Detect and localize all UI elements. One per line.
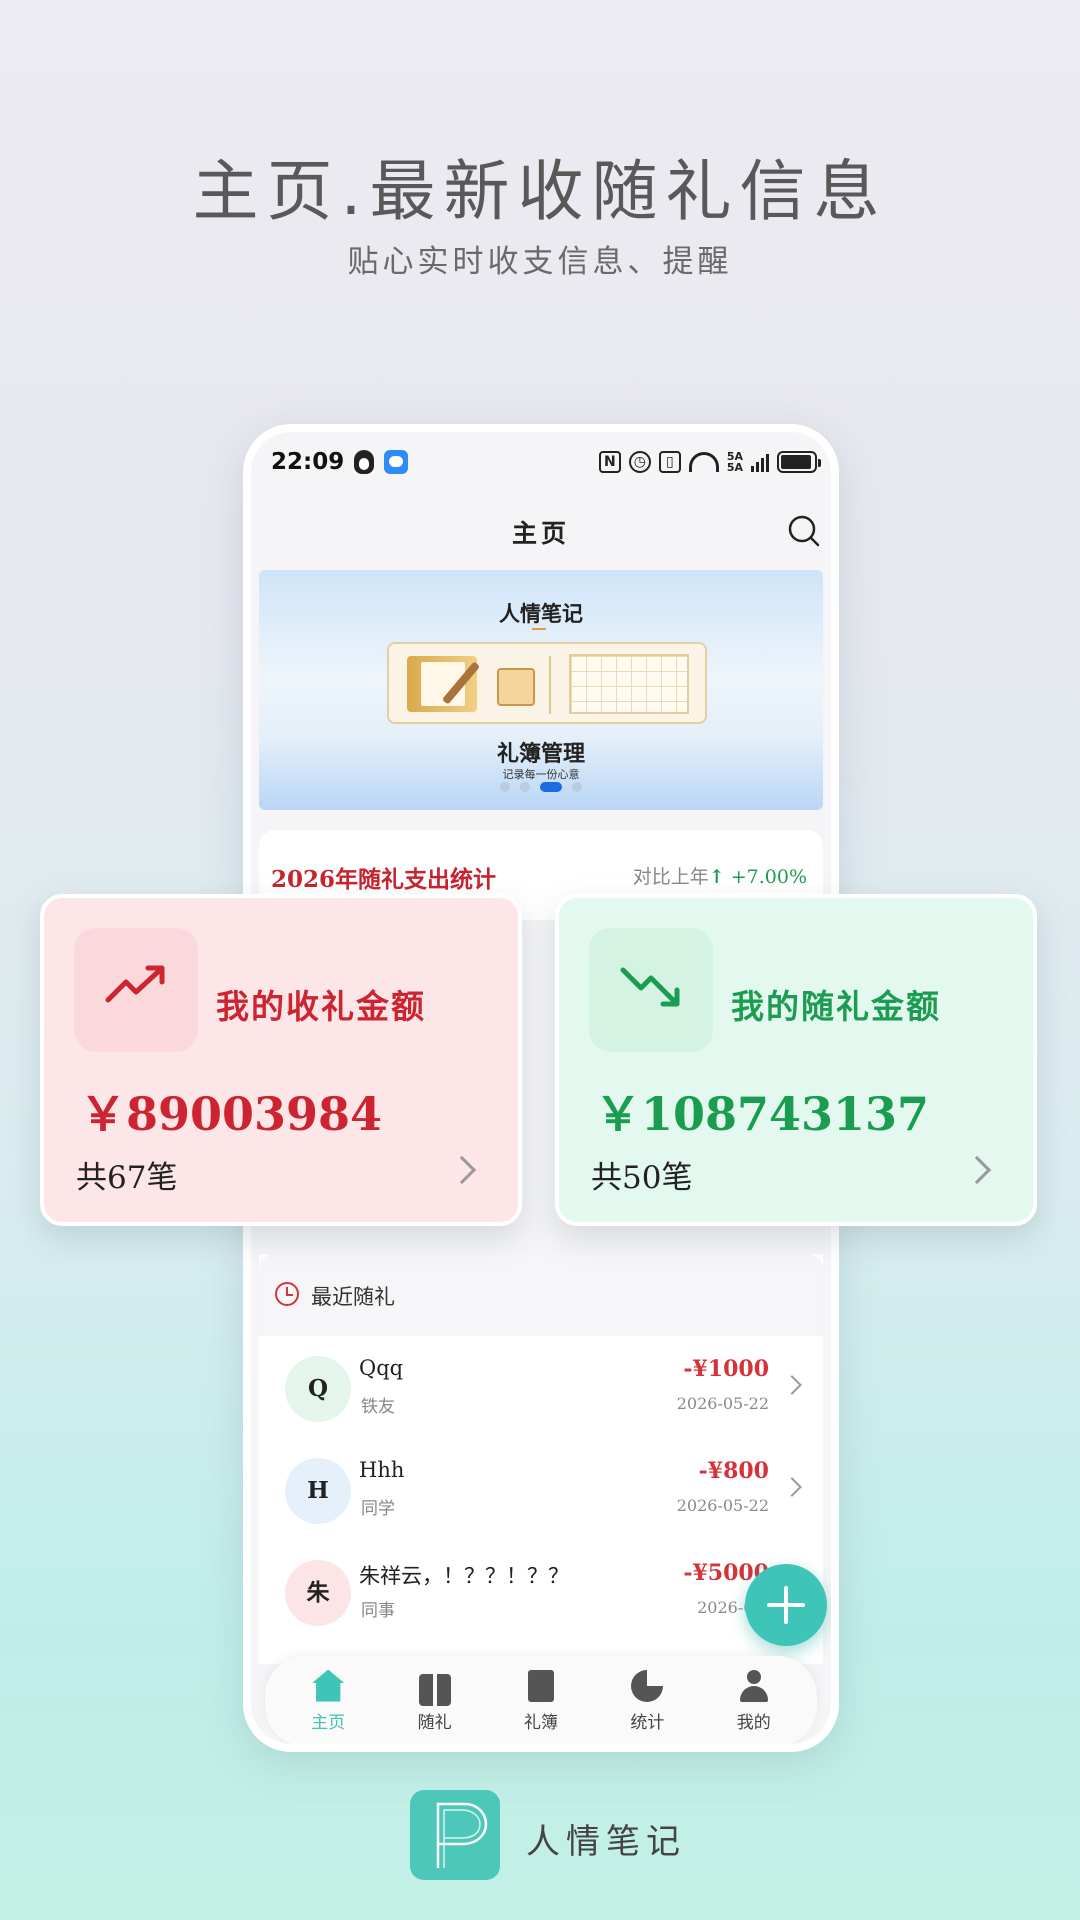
card-count: 共67笔 [76, 1160, 178, 1196]
list-item[interactable]: 朱 朱祥云，！？？！？？ 同事 -¥5000 2026-05- [259, 1550, 823, 1650]
date: 2026-05-22 [676, 1394, 769, 1413]
home-icon [312, 1669, 345, 1702]
tab-home[interactable]: 主页 [283, 1669, 373, 1733]
received-total-card[interactable]: 我的收礼金额 ￥89003984 共67笔 [40, 894, 522, 1226]
message-icon [384, 450, 409, 474]
list-item[interactable]: Q Qqq 铁友 -¥1000 2026-05-22 [259, 1346, 823, 1446]
qq-icon [354, 450, 375, 474]
amount: -¥800 [698, 1458, 769, 1484]
trend-up-icon: ↑ [708, 866, 725, 888]
tab-label: 统计 [630, 1712, 665, 1733]
amount: -¥1000 [683, 1356, 769, 1382]
page-subheadline: 贴心实时收支信息、提醒 [347, 244, 733, 280]
chevron-right-icon [447, 1155, 477, 1185]
status-icons: N ◷ ▯ 5A 5A [598, 451, 821, 473]
title-bar: 主页 [251, 492, 831, 572]
vibrate-icon: ▯ [658, 451, 681, 473]
tab-label: 礼簿 [523, 1712, 558, 1733]
relationship: 同学 [361, 1499, 395, 1519]
avatar: H [285, 1458, 351, 1524]
page-headline: 主页.最新收随礼信息 [192, 153, 888, 230]
banner-dot[interactable] [572, 782, 582, 792]
contact-name: 朱祥云，！？？！？？ [359, 1564, 569, 1588]
trend-down-icon [620, 967, 680, 1007]
tab-profile[interactable]: 我的 [709, 1669, 799, 1733]
avatar: 朱 [285, 1560, 351, 1626]
tab-ledger[interactable]: 礼簿 [496, 1669, 586, 1733]
banner-subtitle: 记录每一份心意 [502, 768, 580, 781]
date: 2026-05-22 [676, 1496, 769, 1515]
network-label: 5A 5A [727, 451, 743, 473]
given-total-card[interactable]: 我的随礼金额 ￥108743137 共50笔 [555, 894, 1037, 1226]
gift-icon [418, 1673, 451, 1706]
alarm-icon: ◷ [628, 451, 651, 473]
promo-banner[interactable]: 人情笔记 礼簿管理 记录每一份心意 [259, 570, 823, 810]
signal-icon [751, 452, 769, 472]
network-label-2: 5A [726, 461, 743, 474]
contact-name: Qqq [359, 1356, 404, 1380]
bottom-tab-bar: 主页 随礼 礼簿 统计 我的 [265, 1656, 817, 1744]
recent-title: 最近随礼 [311, 1285, 395, 1309]
banner-illustration [387, 642, 707, 724]
calendar-icon [497, 668, 535, 706]
stats-comparison: 对比上年↑ +7.00% [633, 862, 807, 889]
book-icon [527, 1669, 554, 1702]
ledger-grid-icon [569, 654, 689, 714]
user-icon [738, 1669, 770, 1702]
stats-title: 2026年随礼支出统计 [271, 866, 497, 893]
nfc-icon: N [598, 451, 621, 473]
add-button[interactable] [745, 1564, 827, 1646]
relationship: 同事 [361, 1601, 395, 1621]
tab-gift[interactable]: 随礼 [390, 1670, 480, 1733]
relationship: 铁友 [361, 1397, 395, 1417]
battery-icon [777, 451, 821, 473]
banner-divider [549, 656, 551, 714]
trend-up-icon [105, 965, 165, 1003]
pie-chart-icon [631, 1669, 664, 1702]
status-bar: 22:09 N ◷ ▯ 5A 5A [251, 432, 831, 492]
recent-header: 最近随礼 [259, 1254, 823, 1336]
card-count: 共50笔 [591, 1160, 693, 1196]
list-item[interactable]: H Hhh 同学 -¥800 2026-05-22 [259, 1448, 823, 1548]
trend-down-icon-box [589, 928, 713, 1052]
card-amount: ￥89003984 [80, 1087, 383, 1141]
comparison-percent: +7.00% [730, 866, 807, 888]
banner-dot-active[interactable] [540, 782, 562, 792]
tab-label: 主页 [311, 1712, 346, 1733]
trend-up-icon-box [74, 928, 198, 1052]
card-label: 我的随礼金额 [731, 987, 941, 1026]
chevron-right-icon [782, 1375, 802, 1395]
banner-dot[interactable] [500, 782, 510, 792]
p-logo-icon [436, 1802, 488, 1868]
status-time: 22:09 [271, 449, 345, 475]
app-name: 人情笔记 [526, 1822, 686, 1862]
tab-label: 随礼 [417, 1712, 452, 1733]
app-logo [410, 1790, 500, 1880]
tab-stats[interactable]: 统计 [602, 1669, 692, 1733]
card-label: 我的收礼金额 [216, 987, 426, 1026]
recent-list-panel: 最近随礼 Q Qqq 铁友 -¥1000 2026-05-22 H Hhh 同学… [259, 1254, 823, 1664]
banner-dot[interactable] [520, 782, 530, 792]
search-icon[interactable] [787, 514, 821, 548]
chevron-right-icon [782, 1477, 802, 1497]
comparison-label: 对比上年 [632, 866, 709, 888]
contact-name: Hhh [359, 1458, 405, 1482]
notebook-icon [407, 656, 477, 712]
avatar: Q [285, 1356, 351, 1422]
wifi-icon [688, 452, 719, 472]
tab-label: 我的 [736, 1712, 771, 1733]
clock-icon [275, 1282, 299, 1306]
card-amount: ￥108743137 [595, 1087, 930, 1141]
banner-title: 人情笔记 [499, 601, 583, 626]
chevron-right-icon [962, 1155, 992, 1185]
banner-pagination [259, 782, 823, 792]
banner-title-underline [532, 628, 546, 630]
screen-title: 主页 [511, 519, 570, 548]
banner-heading: 礼簿管理 [496, 741, 585, 767]
